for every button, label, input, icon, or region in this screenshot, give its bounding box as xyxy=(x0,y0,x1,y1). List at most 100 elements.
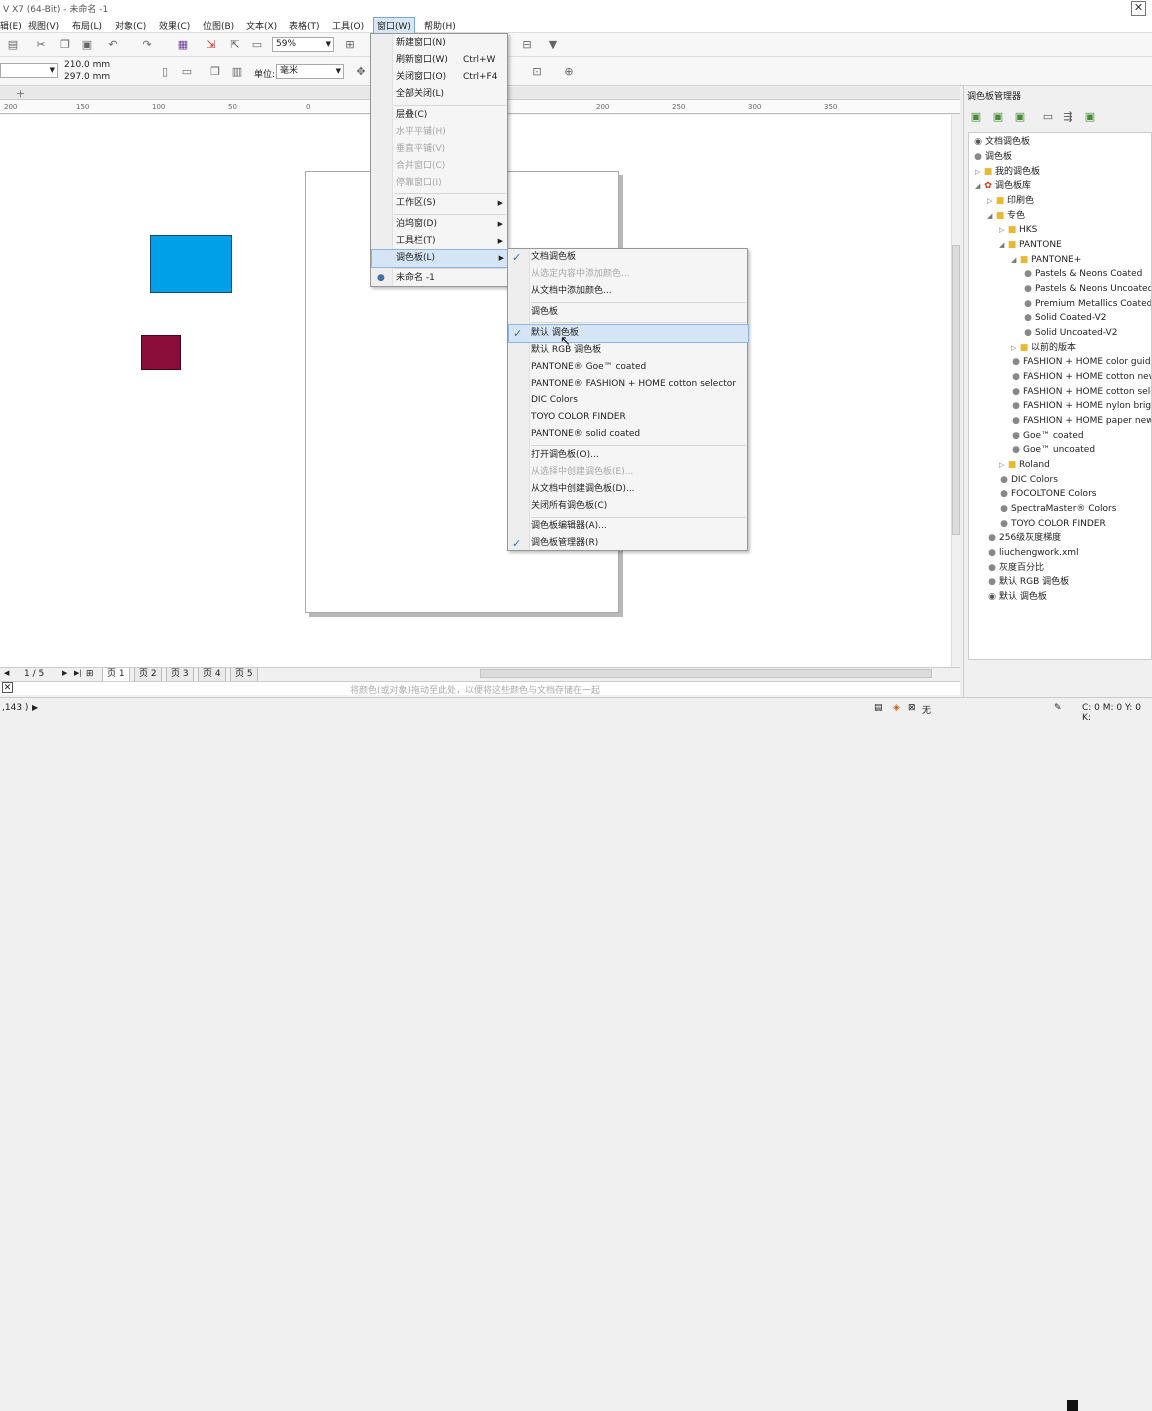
tree-node[interactable]: ◢ ✿ 调色板库 xyxy=(975,179,1031,193)
tree-node[interactable]: ●FASHION + HOME cotton selector xyxy=(1011,385,1151,399)
menu-text[interactable]: 文本(X) xyxy=(246,19,277,32)
menu-window[interactable]: 窗口(W) xyxy=(373,17,415,34)
menu-item-refresh-window[interactable]: 刷新窗口(W) Ctrl+W xyxy=(371,52,507,69)
menu-item-dockers[interactable]: 泊坞窗(D) ▶ xyxy=(371,216,507,233)
tree-node[interactable]: ● Premium Metallics Coated xyxy=(1023,297,1151,311)
tree-node[interactable]: ● 默认 RGB 调色板 xyxy=(987,575,1069,589)
zoom-select[interactable]: 59% ▼ xyxy=(272,37,334,52)
submenu-item-palette-editor[interactable]: 调色板编辑器(A)... xyxy=(508,518,747,535)
menu-item-toolbars[interactable]: 工具栏(T) ▶ xyxy=(371,233,507,250)
nudge-icon[interactable]: ✥ xyxy=(354,65,368,79)
menu-item-new-window[interactable]: 新建窗口(N) xyxy=(371,35,507,52)
add-icon[interactable]: ⊕ xyxy=(562,65,576,79)
page-tab-3[interactable]: 页 3 xyxy=(166,668,194,682)
vertical-scroll-thumb[interactable] xyxy=(952,245,960,535)
launch-icon[interactable]: ▼ xyxy=(546,38,560,52)
menu-item-workspace[interactable]: 工作区(S) ▶ xyxy=(371,195,507,212)
fullscreen-icon[interactable]: ⊞ xyxy=(343,38,357,52)
menu-layout[interactable]: 布局(L) xyxy=(72,19,102,32)
submenu-item-palettes-header[interactable]: 调色板 xyxy=(508,304,747,321)
page-height-field[interactable]: 297.0 mm xyxy=(64,72,110,82)
page-width-field[interactable]: 210.0 mm xyxy=(64,60,110,70)
next-page-icon[interactable]: ▶ xyxy=(62,669,67,677)
submenu-item-add-from-document[interactable]: 从文档中添加颜色... xyxy=(508,283,747,300)
open-folder-icon[interactable]: ▣ xyxy=(1083,110,1097,124)
menu-item-close-all[interactable]: 全部关闭(L) xyxy=(371,86,507,103)
menu-item-document-window[interactable]: ● 未命名 -1 xyxy=(371,270,507,287)
submenu-item-document-palette[interactable]: ✓ 文档调色板 xyxy=(508,249,747,266)
add-tab-icon[interactable]: + xyxy=(16,87,25,100)
collapse-icon[interactable]: ◢ xyxy=(975,179,983,193)
tree-node[interactable]: ◢ ■ PANTONE xyxy=(999,238,1062,252)
submenu-item-pantone-solid-coated[interactable]: PANTONE® solid coated xyxy=(508,426,747,443)
search-content-icon[interactable]: ▦ xyxy=(176,38,190,52)
tree-node[interactable]: ▷ ■ 我的调色板 xyxy=(975,165,1040,179)
landscape-icon[interactable]: ▭ xyxy=(180,65,194,79)
tree-node[interactable]: ◢ ■ PANTONE+ xyxy=(1011,253,1081,267)
current-page-icon[interactable]: ▥ xyxy=(230,65,244,79)
undo-icon[interactable]: ↶ xyxy=(106,38,120,52)
tree-node[interactable]: ● Goe™ coated xyxy=(1011,429,1084,443)
tree-node[interactable]: ● Pastels & Neons Uncoated xyxy=(1023,282,1151,296)
all-pages-icon[interactable]: ❐ xyxy=(208,65,222,79)
last-page-icon[interactable]: ▶| xyxy=(74,669,82,677)
submenu-item-default-palette[interactable]: ✓ 默认 调色板 xyxy=(508,324,749,343)
tree-node[interactable]: ▷ ■ 印刷色 xyxy=(987,194,1034,208)
expand-icon[interactable]: ▷ xyxy=(1011,341,1019,355)
export-palette-icon[interactable]: ⇶ xyxy=(1061,110,1075,124)
menu-object[interactable]: 对象(C) xyxy=(115,19,146,32)
add-page-icon[interactable]: ⊞ xyxy=(86,669,94,679)
tree-node[interactable]: ● FASHION + HOME color guide xyxy=(1011,355,1151,369)
cut-icon[interactable]: ✂ xyxy=(34,38,48,52)
menu-effects[interactable]: 效果(C) xyxy=(159,19,190,32)
copy-icon[interactable]: ❐ xyxy=(58,38,72,52)
paper-size-select[interactable]: ▼ xyxy=(0,63,58,78)
tree-node[interactable]: ● 调色板 xyxy=(973,150,1012,164)
play-icon[interactable]: ▶ xyxy=(32,703,38,712)
tree-node[interactable]: ◉ 文档调色板 xyxy=(973,135,1030,149)
expand-icon[interactable]: ▷ xyxy=(987,194,995,208)
tree-node[interactable]: ● FASHION + HOME paper new c xyxy=(1011,414,1151,428)
collapse-icon[interactable]: ◢ xyxy=(999,238,1007,252)
expand-icon[interactable]: ▷ xyxy=(999,223,1007,237)
tree-node[interactable]: ◉ 默认 调色板 xyxy=(987,590,1047,604)
tree-node[interactable]: ● FASHION + HOME nylon bright xyxy=(1011,399,1151,413)
print-icon[interactable]: ▤ xyxy=(6,38,20,52)
tree-node[interactable]: ● TOYO COLOR FINDER xyxy=(999,517,1106,531)
expand-icon[interactable]: ▷ xyxy=(999,458,1007,472)
menu-tools[interactable]: 工具(O) xyxy=(332,19,364,32)
portrait-icon[interactable]: ▯ xyxy=(158,65,172,79)
first-page-icon[interactable]: ◀ xyxy=(4,669,9,677)
blue-rectangle[interactable] xyxy=(150,235,232,293)
menu-item-close-window[interactable]: 关闭窗口(O) Ctrl+F4 xyxy=(371,69,507,86)
tree-node[interactable]: ● Goe™ uncoated xyxy=(1011,443,1095,457)
tree-node[interactable]: ▷ ■ HKS xyxy=(999,223,1037,237)
folder-icon[interactable]: ▭ xyxy=(1041,110,1055,124)
tree-node[interactable]: ● Pastels & Neons Coated xyxy=(1023,267,1142,281)
menu-item-cascade[interactable]: 层叠(C) xyxy=(371,107,507,124)
tree-node[interactable]: ▷ ■ 以前的版本 xyxy=(1011,341,1076,355)
import-icon[interactable]: ⇲ xyxy=(204,38,218,52)
submenu-item-open-palette[interactable]: 打开调色板(O)... xyxy=(508,447,747,464)
page-tab-2[interactable]: 页 2 xyxy=(134,668,162,682)
page-border-icon[interactable]: ⊡ xyxy=(530,65,544,79)
tree-node[interactable]: ● FOCOLTONE Colors xyxy=(999,487,1096,501)
menu-view[interactable]: 视图(V) xyxy=(28,19,59,32)
document-palette-bar[interactable]: ✕ 将颜色(或对象)拖动至此处，以便将这些颜色与文档存储在一起 xyxy=(0,681,960,696)
tree-node[interactable]: ◢ ■ 专色 xyxy=(987,209,1025,223)
page-tab-4[interactable]: 页 4 xyxy=(198,668,226,682)
new-palette-icon[interactable]: ▣ xyxy=(969,110,983,124)
open-palette-icon[interactable]: ▣ xyxy=(991,110,1005,124)
collapse-icon[interactable]: ◢ xyxy=(1011,253,1019,267)
menu-bitmap[interactable]: 位图(B) xyxy=(203,19,234,32)
collapse-icon[interactable]: ◢ xyxy=(987,209,995,223)
submenu-item-pantone-fashion-home[interactable]: PANTONE® FASHION + HOME cotton selector xyxy=(508,376,747,393)
tree-node[interactable]: ● SpectraMaster® Colors xyxy=(999,502,1116,516)
submenu-item-create-from-document[interactable]: 从文档中创建调色板(D)... xyxy=(508,481,747,498)
menu-help[interactable]: 帮助(H) xyxy=(424,19,456,32)
tree-node[interactable]: ▷ ■ Roland xyxy=(999,458,1050,472)
submenu-item-palette-manager[interactable]: ✓ 调色板管理器(R) xyxy=(508,535,747,552)
tree-node[interactable]: ● 256级灰度梯度 xyxy=(987,531,1061,545)
red-rectangle[interactable] xyxy=(141,335,181,370)
tree-node[interactable]: ● Solid Coated-V2 xyxy=(1023,311,1106,325)
